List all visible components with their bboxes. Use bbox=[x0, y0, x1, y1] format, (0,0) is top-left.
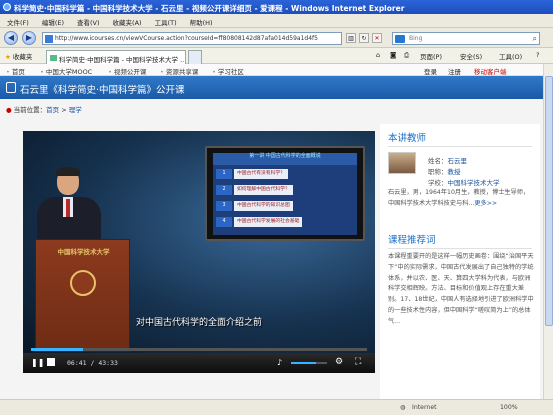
video-subtitle: 对中国古代科学的全面介绍之前 bbox=[135, 318, 262, 328]
teacher-photo bbox=[388, 152, 416, 174]
breadcrumb: ● 当前位置：首页 > 理学 bbox=[6, 104, 82, 114]
nav-community[interactable]: 学习社区 bbox=[212, 66, 244, 76]
safety-menu[interactable]: 安全(S) bbox=[460, 51, 482, 61]
page-content: 首页 中国大学MOOC 视频公开课 资源共享课 学习社区 登录 注册 移动客户端… bbox=[0, 64, 553, 399]
teacher-school: 学校：中国科学技术大学 bbox=[428, 179, 500, 187]
more-link[interactable]: 更多>> bbox=[474, 200, 497, 207]
menu-edit[interactable]: 编辑(E) bbox=[42, 17, 64, 27]
favorites-button[interactable]: 收藏夹 bbox=[5, 51, 33, 61]
menu-bar: 文件(F) 编辑(E) 查看(V) 收藏夹(A) 工具(T) 帮助(H) bbox=[0, 14, 553, 28]
nav-home[interactable]: 首页 bbox=[6, 66, 25, 76]
stop-icon[interactable]: ✕ bbox=[372, 33, 382, 43]
seek-progress bbox=[31, 348, 83, 351]
url-field[interactable]: http://www.icourses.cn/viewVCourse.actio… bbox=[42, 32, 342, 45]
globe-icon: ◍ bbox=[400, 404, 406, 411]
menu-tools[interactable]: 工具(T) bbox=[155, 17, 177, 27]
feeds-icon[interactable]: ◙ bbox=[390, 51, 396, 59]
login-link[interactable]: 登录 bbox=[424, 66, 437, 76]
tab-favicon bbox=[50, 55, 57, 61]
bing-icon bbox=[395, 35, 405, 43]
recommend-text: 本课程重要开的是这样一幅历史画卷：围绕“治国平天下”中的实际需求，中国古代发展出… bbox=[388, 253, 534, 325]
page-menu[interactable]: 页面(P) bbox=[420, 51, 442, 61]
tab-label: 科学简史·中国科学篇 - 中国科学技术大学 ... bbox=[59, 56, 186, 64]
search-icon[interactable]: ⌕ bbox=[533, 34, 537, 44]
teacher-bio: 石云里，男，1964年10月生，教授，博士生导师，中国科学技术大学科技史与科..… bbox=[388, 189, 530, 207]
favorites-bar: 收藏夹 科学简史·中国科学篇 - 中国科学技术大学 ... ⌂ ◙ ⎙ 页面(P… bbox=[0, 48, 553, 64]
teacher-name: 姓名：石云里 bbox=[428, 157, 467, 165]
volume-slider[interactable] bbox=[291, 362, 327, 364]
ie-icon bbox=[3, 3, 11, 11]
location-icon: ● bbox=[6, 106, 12, 114]
duration: 43:33 bbox=[98, 359, 118, 367]
refresh-icon[interactable]: ↻ bbox=[359, 33, 369, 43]
podium: 中国科学技术大学 bbox=[35, 239, 130, 352]
video-player[interactable]: 第一讲 中国古代科学的全面概说 1 中国古代有没有科学？ 2 如何理解中国古代科学？… bbox=[23, 131, 375, 373]
divider bbox=[388, 248, 532, 249]
stop-icon[interactable] bbox=[47, 358, 55, 366]
seek-bar[interactable] bbox=[31, 348, 367, 351]
volume-icon[interactable]: ♪ bbox=[277, 358, 282, 367]
address-bar: ◀ ▶ http://www.icourses.cn/viewVCourse.a… bbox=[0, 28, 553, 48]
breadcrumb-label: 当前位置： bbox=[13, 106, 47, 114]
help-icon[interactable]: ? bbox=[536, 51, 539, 59]
site-nav: 首页 中国大学MOOC 视频公开课 资源共享课 学习社区 登录 注册 移动客户端 bbox=[0, 64, 553, 76]
status-bar: ◍ Internet 100% bbox=[0, 399, 553, 415]
player-controls: ❚❚ 06:41 / 43:33 ♪ ⚙ ⛶ bbox=[23, 353, 375, 373]
compat-view-icon[interactable]: ▥ bbox=[346, 33, 356, 43]
settings-icon[interactable]: ⚙ bbox=[335, 357, 343, 367]
teacher-heading: 本讲教师 bbox=[388, 133, 427, 144]
menu-favorites[interactable]: 收藏夹(A) bbox=[113, 17, 142, 27]
podium-text: 中国科学技术大学 bbox=[57, 248, 110, 256]
slide-item: 4 中国古代科学发展的社会基础 bbox=[216, 217, 354, 227]
search-placeholder: Bing bbox=[409, 35, 423, 42]
lecture-monitor: 第一讲 中国古代科学的全面概说 1 中国古代有没有科学？ 2 如何理解中国古代科学？… bbox=[205, 146, 365, 241]
fullscreen-icon[interactable]: ⛶ bbox=[355, 357, 361, 367]
menu-view[interactable]: 查看(V) bbox=[77, 17, 100, 27]
slide-item: 2 如何理解中国古代科学？ bbox=[216, 185, 354, 195]
window-titlebar: 科学简史·中国科学篇 - 中国科学技术大学 - 石云里 - 视频公开课详细页 -… bbox=[0, 0, 553, 14]
slide-item: 1 中国古代有没有科学？ bbox=[216, 169, 354, 179]
vertical-scrollbar[interactable] bbox=[543, 64, 553, 399]
scroll-thumb[interactable] bbox=[545, 76, 553, 326]
forward-button[interactable]: ▶ bbox=[22, 31, 36, 45]
sidebar: 本讲教师 姓名：石云里 职称：教授 学校：中国科学技术大学 石云里，男，1964… bbox=[380, 124, 540, 399]
breadcrumb-home[interactable]: 首页 bbox=[46, 106, 59, 114]
page-icon bbox=[45, 35, 53, 43]
nav-share-course[interactable]: 资源共享课 bbox=[160, 66, 199, 76]
time-display: 06:41 / 43:33 bbox=[67, 359, 118, 367]
breadcrumb-sep: > bbox=[59, 106, 69, 114]
breadcrumb-category[interactable]: 理学 bbox=[69, 106, 82, 114]
zoom-label[interactable]: 100% bbox=[500, 404, 518, 411]
course-logo-icon bbox=[6, 82, 16, 93]
home-icon[interactable]: ⌂ bbox=[376, 51, 380, 59]
register-link[interactable]: 注册 bbox=[448, 66, 461, 76]
search-field[interactable]: Bing ⌕ bbox=[392, 32, 540, 45]
new-tab-button[interactable] bbox=[188, 50, 202, 64]
window-title: 科学简史·中国科学篇 - 中国科学技术大学 - 石云里 - 视频公开课详细页 -… bbox=[14, 4, 405, 13]
tab-active[interactable]: 科学简史·中国科学篇 - 中国科学技术大学 ... bbox=[46, 50, 186, 64]
current-time: 06:41 bbox=[67, 359, 87, 367]
course-title: 石云里《科学简史·中国科学篇》公开课 bbox=[20, 85, 185, 96]
pause-icon[interactable]: ❚❚ bbox=[31, 358, 44, 368]
course-header: 石云里《科学简史·中国科学篇》公开课 bbox=[0, 76, 553, 99]
url-text: http://www.icourses.cn/viewVCourse.actio… bbox=[55, 35, 318, 42]
slide-header: 第一讲 中国古代科学的全面概说 bbox=[213, 153, 357, 165]
teacher-title: 职称：教授 bbox=[428, 168, 461, 176]
nav-mooc[interactable]: 中国大学MOOC bbox=[40, 66, 92, 76]
nav-open-course[interactable]: 视频公开课 bbox=[108, 66, 147, 76]
menu-help[interactable]: 帮助(H) bbox=[190, 17, 213, 27]
recommend-heading: 课程推荐词 bbox=[388, 235, 436, 246]
slide-item: 3 中国古代科学的知识总图 bbox=[216, 201, 354, 211]
tools-menu[interactable]: 工具(O) bbox=[499, 51, 522, 61]
mobile-link[interactable]: 移动客户端 bbox=[474, 66, 507, 76]
university-seal-icon bbox=[70, 270, 96, 296]
menu-file[interactable]: 文件(F) bbox=[7, 17, 29, 27]
zone-label: Internet bbox=[412, 404, 437, 411]
lecture-slide: 第一讲 中国古代科学的全面概说 1 中国古代有没有科学？ 2 如何理解中国古代科学？… bbox=[213, 153, 357, 235]
volume-level bbox=[291, 362, 317, 364]
back-button[interactable]: ◀ bbox=[4, 31, 18, 45]
print-icon[interactable]: ⎙ bbox=[404, 51, 409, 60]
divider bbox=[388, 146, 532, 147]
